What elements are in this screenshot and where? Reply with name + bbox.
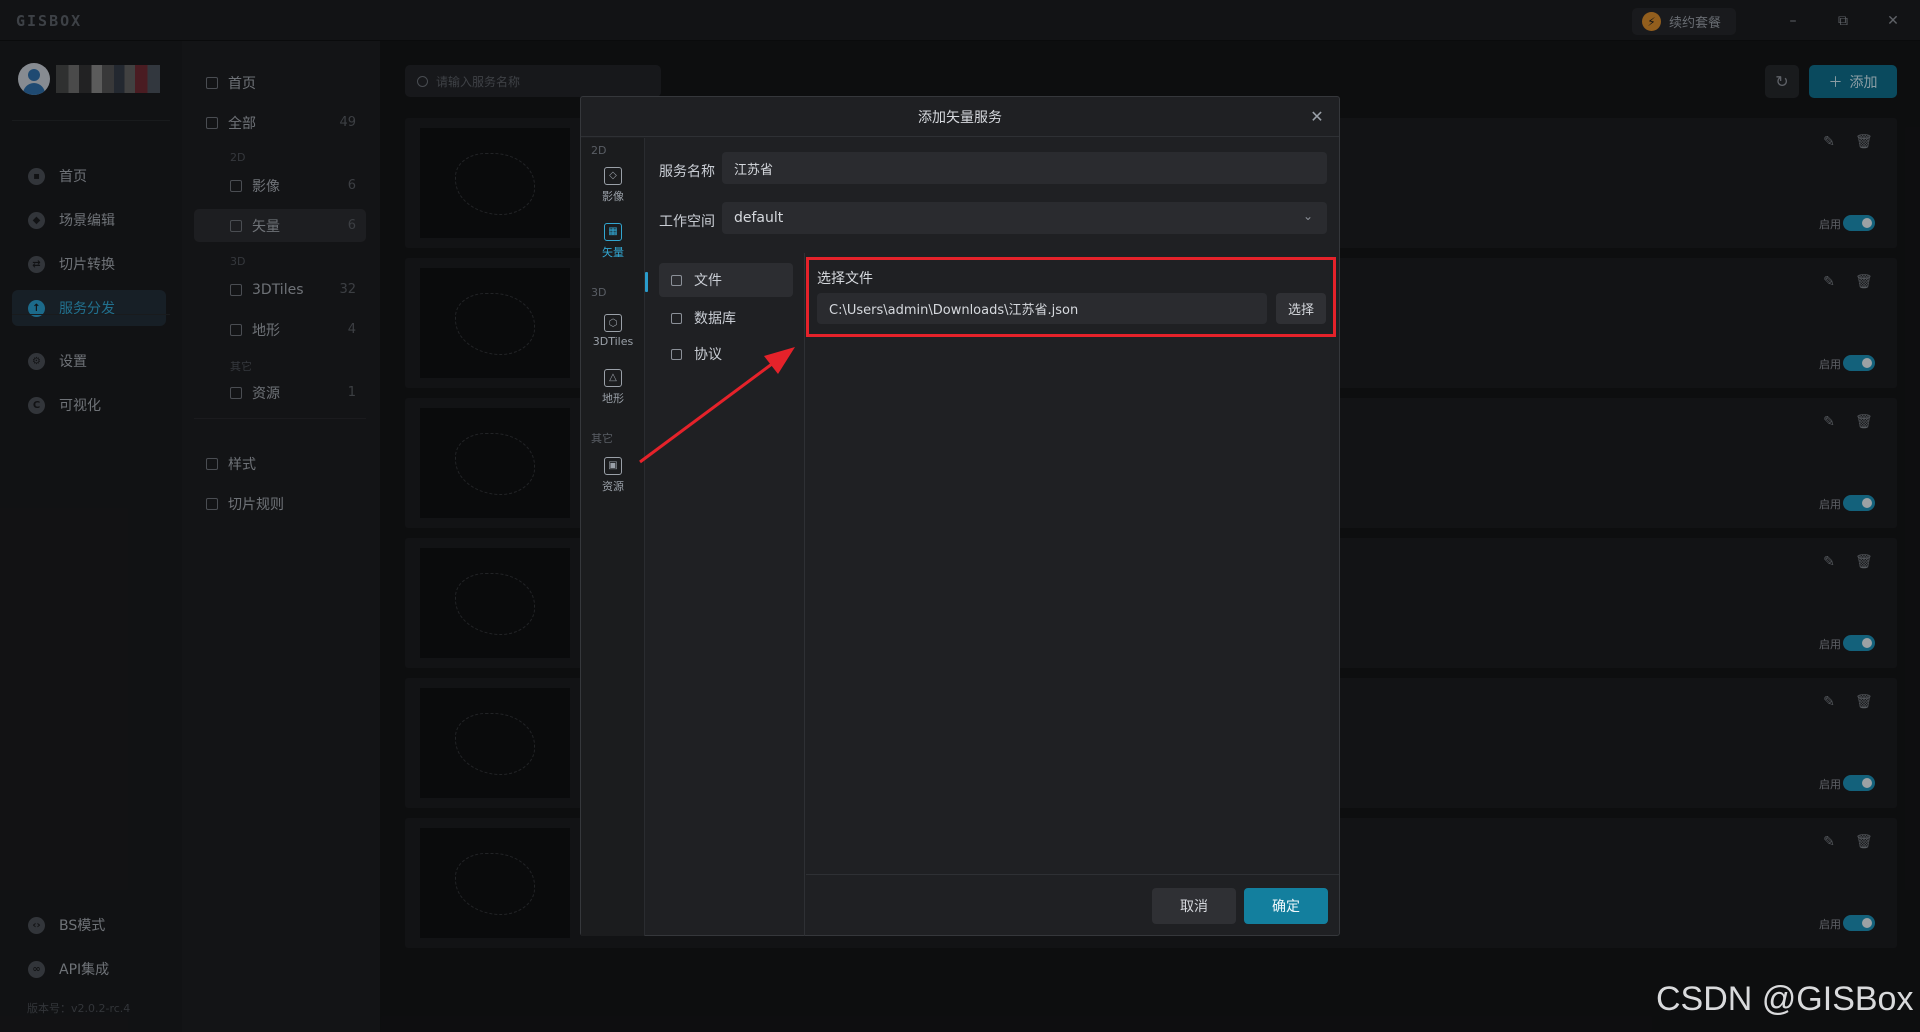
chevron-down-icon: ⌄ [1302, 209, 1313, 223]
tab-label: 文件 [694, 273, 722, 289]
rail-label: 资源 [602, 479, 624, 493]
dialog-title: 添加矢量服务 [918, 109, 1002, 126]
rail-group-3d: 3D [591, 286, 607, 299]
rail-item-vector[interactable]: ▦ 矢量 [581, 216, 645, 266]
divider [806, 874, 1339, 875]
tab-database[interactable]: 数据库 [659, 301, 793, 335]
resource-icon: ▣ [604, 456, 622, 475]
rail-label: 影像 [602, 189, 624, 203]
workspace-value: default [734, 210, 784, 226]
tab-file[interactable]: 文件 [659, 263, 793, 297]
folder-icon [671, 274, 682, 286]
dialog-header: 添加矢量服务 [581, 97, 1339, 137]
service-name-input[interactable]: 江苏省 [722, 152, 1327, 184]
confirm-button[interactable]: 确定 [1244, 888, 1328, 924]
select-file-label: 选择文件 [817, 271, 873, 287]
close-icon[interactable]: ✕ [1307, 107, 1327, 127]
terrain-icon: △ [604, 368, 622, 387]
arrow-head [764, 347, 795, 374]
active-tab-indicator [645, 272, 648, 292]
database-icon [671, 312, 682, 324]
rail-item-imagery[interactable]: ◇ 影像 [581, 160, 645, 210]
vector-icon: ▦ [604, 222, 622, 241]
rail-label: 3DTiles [592, 335, 634, 348]
imagery-icon: ◇ [604, 166, 622, 185]
rail-group-2d: 2D [591, 144, 607, 157]
tiles-icon: ⬡ [604, 314, 622, 332]
watermark: CSDN @GISBox [1656, 980, 1914, 1018]
workspace-select[interactable]: default ⌄ [722, 202, 1327, 234]
annotation-arrow [639, 347, 795, 464]
rail-group-other: 其它 [591, 432, 613, 445]
arrow-shaft [639, 356, 781, 464]
rail-label: 地形 [602, 391, 624, 405]
service-type-rail: 2D ◇ 影像 ▦ 矢量 3D ⬡ 3DTiles △ 地形 其它 ▣ 资源 [581, 138, 645, 936]
select-file-button[interactable]: 选择 [1276, 293, 1326, 324]
rail-label: 矢量 [602, 245, 624, 259]
file-path-input[interactable]: C:\Users\admin\Downloads\江苏省.json [817, 293, 1267, 324]
service-name-label: 服务名称 [659, 164, 715, 180]
add-vector-service-dialog: 添加矢量服务 ✕ 2D ◇ 影像 ▦ 矢量 3D ⬡ 3DTiles △ 地形 … [580, 96, 1340, 936]
workspace-label: 工作空间 [659, 214, 715, 230]
cancel-button[interactable]: 取消 [1152, 888, 1236, 924]
tab-label: 数据库 [694, 311, 736, 327]
